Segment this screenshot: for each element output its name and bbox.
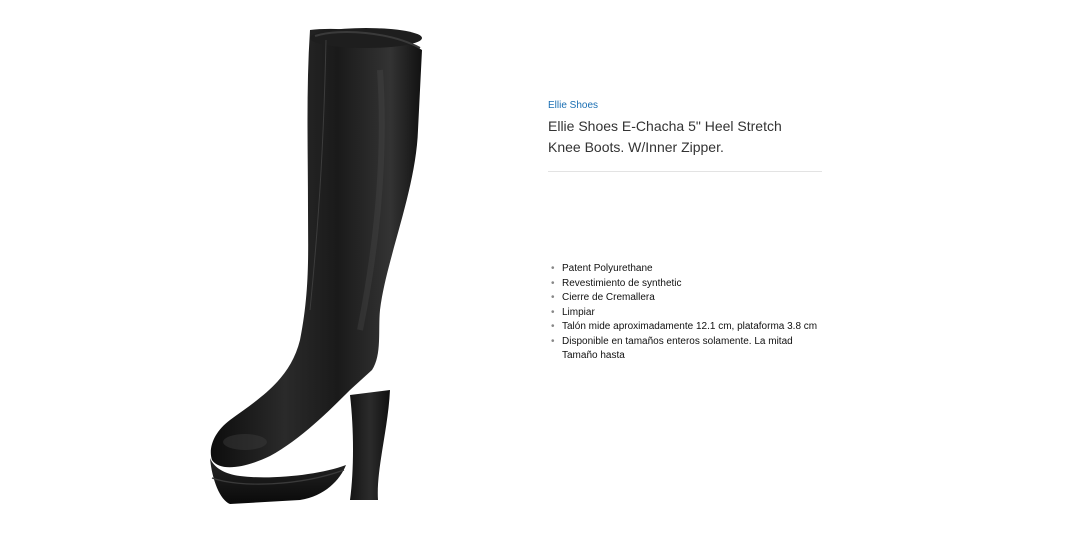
bullet-icon: • bbox=[551, 292, 555, 303]
feature-item: • Revestimiento de synthetic bbox=[551, 277, 824, 292]
boot-image bbox=[210, 28, 422, 504]
feature-text: Talón mide aproximadamente 12.1 cm, plat… bbox=[562, 321, 818, 332]
feature-list: • Patent Polyurethane • Revestimiento de s… bbox=[548, 262, 824, 364]
product-info: Ellie Shoes Ellie Shoes E-Chacha 5" Heel… bbox=[548, 95, 822, 172]
bullet-icon: • bbox=[551, 263, 555, 274]
bullet-icon: • bbox=[551, 306, 555, 318]
feature-item: • Limpiar bbox=[551, 306, 824, 321]
feature-item: • Patent Polyurethane bbox=[551, 262, 824, 277]
bullet-icon: • bbox=[551, 335, 555, 347]
feature-text: Revestimiento de synthetic bbox=[562, 277, 682, 289]
feature-text: Patent Polyurethane bbox=[562, 263, 653, 274]
product-title: Ellie Shoes E-Chacha 5" Heel Stretch Kne… bbox=[548, 118, 782, 155]
brand-link[interactable]: Ellie Shoes bbox=[548, 99, 598, 113]
bullet-icon: • bbox=[551, 277, 555, 289]
feature-text: Cierre de Cremallera bbox=[562, 292, 655, 303]
product-image[interactable] bbox=[150, 10, 450, 520]
feature-item: • Talón mide aproximadamente 12.1 cm, pla… bbox=[551, 320, 824, 335]
feature-item: • Cierre de Cremallera bbox=[551, 291, 824, 306]
feature-text: Limpiar bbox=[562, 306, 595, 318]
divider bbox=[548, 171, 822, 172]
feature-item: • Disponible en tamaños enteros solamente… bbox=[551, 335, 824, 364]
bullet-icon: • bbox=[551, 321, 555, 332]
feature-text: Disponible en tamaños enteros solamente.… bbox=[562, 335, 793, 362]
